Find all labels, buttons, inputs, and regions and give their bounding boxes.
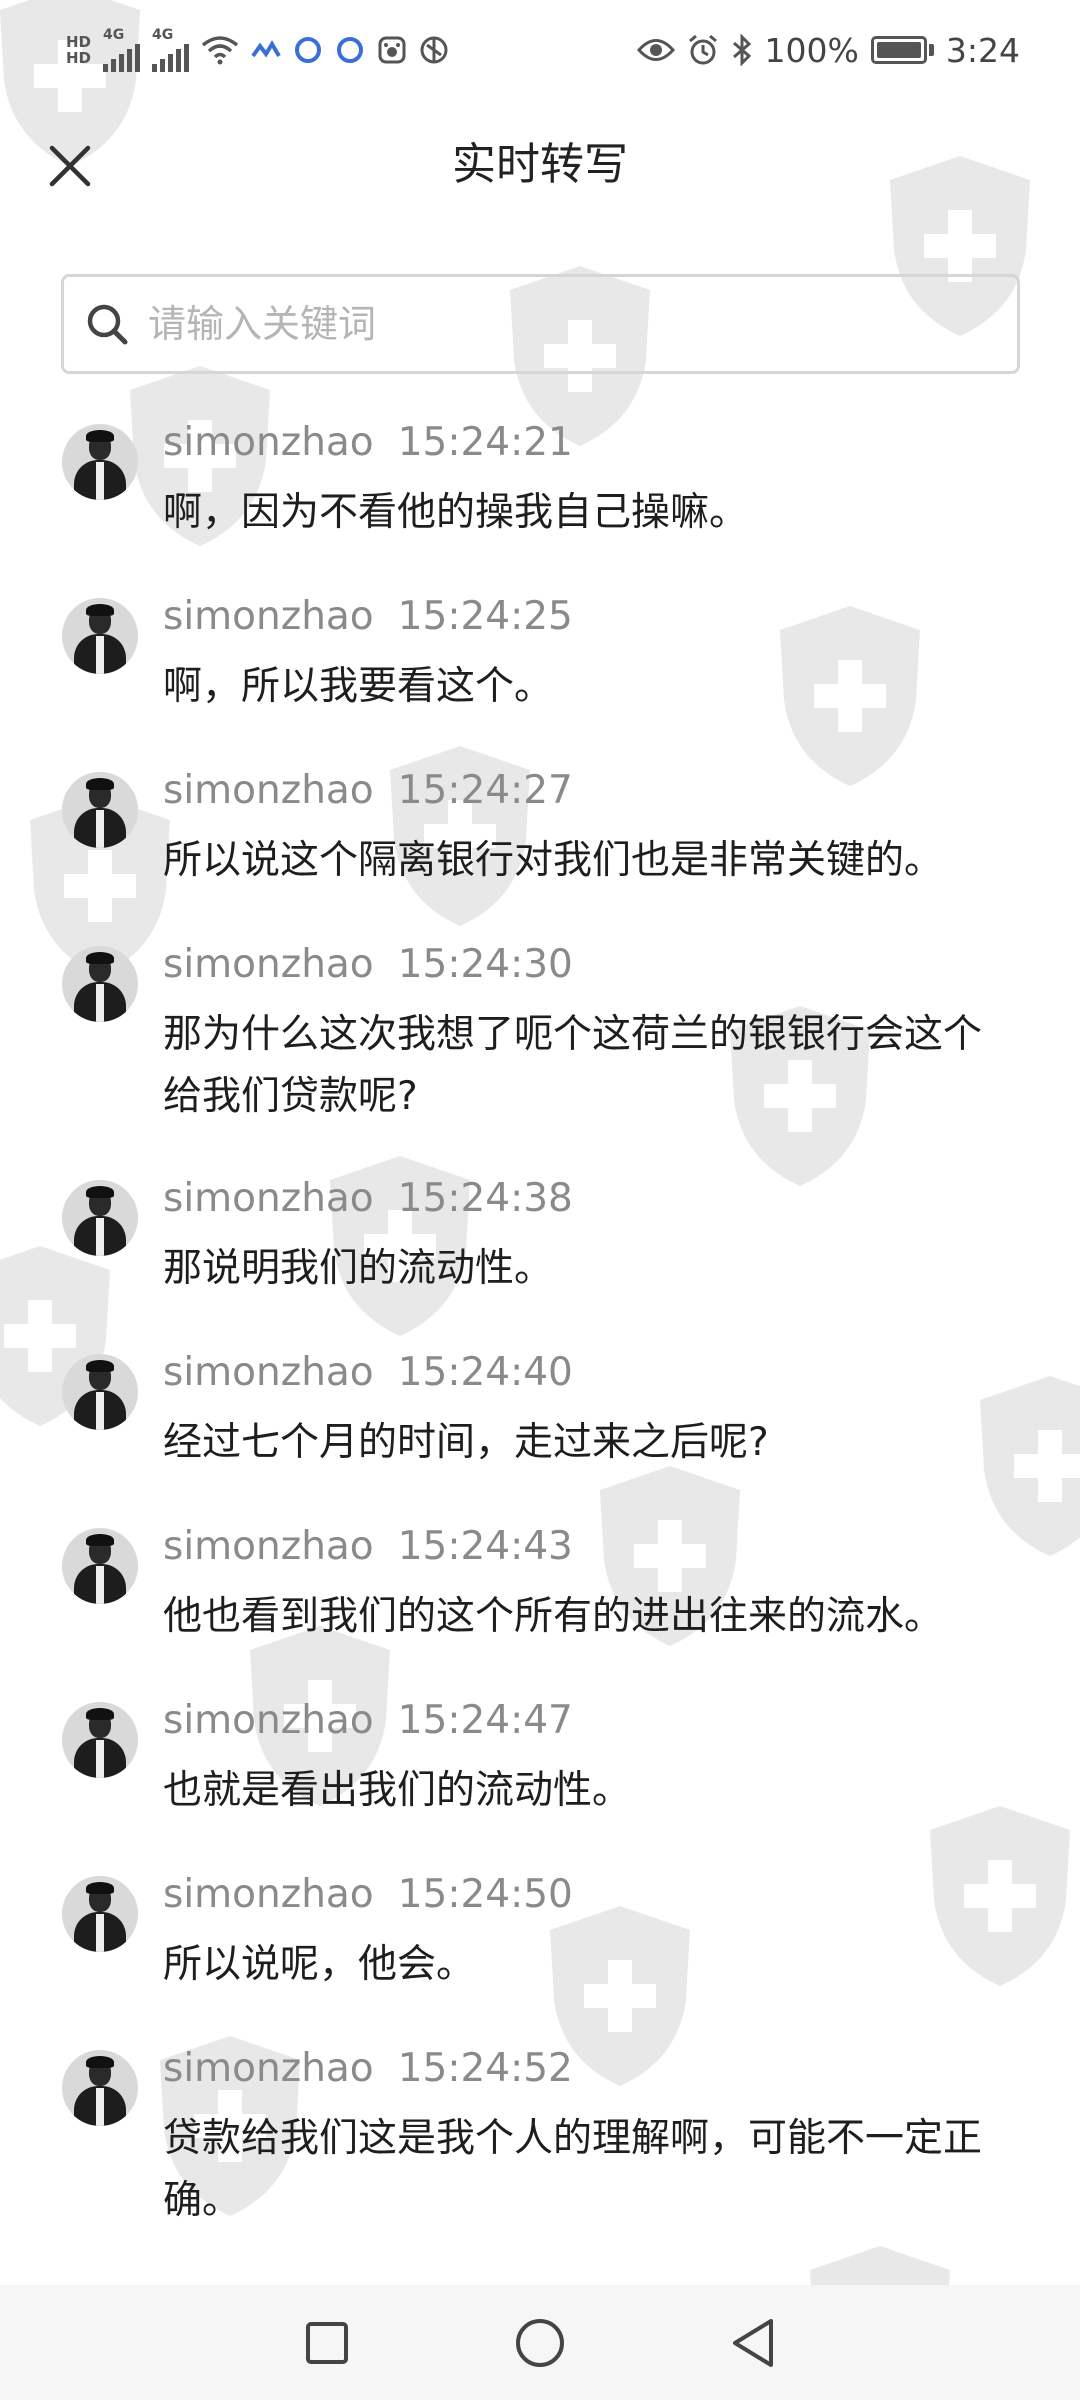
- alarm-icon: [687, 34, 719, 66]
- recent-apps-button[interactable]: [287, 2303, 367, 2383]
- timestamp: 15:24:27: [397, 768, 573, 813]
- message-meta: simonzhao 15:24:47: [163, 1698, 573, 1743]
- recent-apps-icon: [305, 2321, 348, 2364]
- speaker-name: simonzhao: [163, 768, 374, 813]
- timestamp: 15:24:52: [397, 2046, 573, 2091]
- speaker-name: simonzhao: [163, 420, 374, 465]
- message-text: 啊，所以我要看这个。: [163, 664, 554, 709]
- signal-icon: [152, 42, 190, 72]
- app-notification-icon: [251, 38, 281, 62]
- message-text: 也就是看出我们的流动性。: [163, 1768, 632, 1813]
- speaker-name: simonzhao: [163, 1698, 374, 1743]
- avatar: [62, 1180, 138, 1256]
- message-meta: simonzhao 15:24:40: [163, 1350, 573, 1395]
- app-notification-icon: [419, 35, 449, 65]
- search-input[interactable]: [148, 302, 988, 346]
- avatar: [62, 2050, 138, 2126]
- avatar: [62, 1876, 138, 1952]
- battery-percent: 100%: [764, 30, 859, 70]
- avatar: [62, 598, 138, 674]
- avatar: [62, 946, 138, 1022]
- timestamp: 15:24:50: [397, 1872, 573, 1917]
- system-navigation-bar: [0, 2285, 1080, 2400]
- home-button[interactable]: [500, 2303, 580, 2383]
- message-text: 经过七个月的时间，走过来之后呢?: [163, 1420, 769, 1465]
- app-notification-icon: [293, 35, 323, 65]
- header: 实时转写: [0, 110, 1080, 220]
- timestamp: 15:24:38: [397, 1176, 573, 1221]
- avatar: [62, 1354, 138, 1430]
- timestamp: 15:24:40: [397, 1350, 573, 1395]
- wifi-icon: [201, 35, 239, 65]
- search-box[interactable]: [61, 274, 1020, 374]
- network-label-1: 4G: [103, 27, 125, 43]
- signal-icon: [103, 42, 141, 72]
- close-button[interactable]: [40, 136, 100, 196]
- app-notification-icon: [335, 35, 365, 65]
- eye-icon: [636, 37, 675, 63]
- speaker-name: simonzhao: [163, 1350, 374, 1395]
- message-meta: simonzhao 15:24:27: [163, 768, 573, 813]
- message-meta: simonzhao 15:24:25: [163, 594, 573, 639]
- message-meta: simonzhao 15:24:52: [163, 2046, 573, 2091]
- message-meta: simonzhao 15:24:43: [163, 1524, 573, 1569]
- network-label-2: 4G: [152, 27, 174, 43]
- message-meta: simonzhao 15:24:21: [163, 420, 573, 465]
- hd-labels: HD HD: [66, 34, 91, 66]
- timestamp: 15:24:43: [397, 1524, 573, 1569]
- message-text: 啊，因为不看他的操我自己操嘛。: [163, 490, 749, 535]
- hd-label-1: HD: [66, 33, 92, 51]
- message-meta: simonzhao 15:24:30: [163, 942, 573, 987]
- app-notification-icon: [377, 35, 407, 65]
- status-bar-right: 100% 3:24: [636, 30, 1020, 70]
- avatar: [62, 424, 138, 500]
- status-time: 3:24: [945, 30, 1020, 70]
- page-title: 实时转写: [452, 139, 628, 190]
- message-meta: simonzhao 15:24:38: [163, 1176, 573, 1221]
- signal-1: 4G: [103, 27, 141, 72]
- message-text: 所以说呢，他会。: [163, 1942, 476, 1987]
- back-icon: [733, 2318, 774, 2367]
- speaker-name: simonzhao: [163, 1872, 374, 1917]
- speaker-name: simonzhao: [163, 1524, 374, 1569]
- home-icon: [515, 2318, 564, 2367]
- status-bar: HD HD 4G 4G 100% 3:24: [0, 0, 1080, 100]
- message-text: 他也看到我们的这个所有的进出往来的流水。: [163, 1594, 944, 1639]
- speaker-name: simonzhao: [163, 2046, 374, 2091]
- speaker-name: simonzhao: [163, 594, 374, 639]
- avatar: [62, 1528, 138, 1604]
- close-icon: [49, 145, 91, 187]
- message-text: 那为什么这次我想了呃个这荷兰的银银行会这个给我们贷款呢?: [163, 1012, 983, 1119]
- bluetooth-icon: [731, 34, 753, 66]
- timestamp: 15:24:30: [397, 942, 573, 987]
- back-button[interactable]: [713, 2303, 793, 2383]
- hd-label-2: HD: [66, 49, 92, 67]
- message-meta: simonzhao 15:24:50: [163, 1872, 573, 1917]
- battery-icon: [870, 36, 934, 64]
- timestamp: 15:24:25: [397, 594, 573, 639]
- avatar: [62, 1702, 138, 1778]
- message-text: 那说明我们的流动性。: [163, 1246, 554, 1291]
- screen: HD HD 4G 4G 100% 3:24 实时转写 请输入关键词 simonz…: [0, 0, 1080, 2400]
- timestamp: 15:24:47: [397, 1698, 573, 1743]
- status-bar-left: HD HD 4G 4G: [66, 28, 449, 72]
- search-icon: [87, 304, 128, 345]
- avatar: [62, 772, 138, 848]
- speaker-name: simonzhao: [163, 942, 374, 987]
- signal-2: 4G: [152, 27, 190, 72]
- speaker-name: simonzhao: [163, 1176, 374, 1221]
- message-text: 贷款给我们这是我个人的理解啊，可能不一定正确。: [163, 2116, 983, 2223]
- message-text: 所以说这个隔离银行对我们也是非常关键的。: [163, 838, 944, 883]
- timestamp: 15:24:21: [397, 420, 573, 465]
